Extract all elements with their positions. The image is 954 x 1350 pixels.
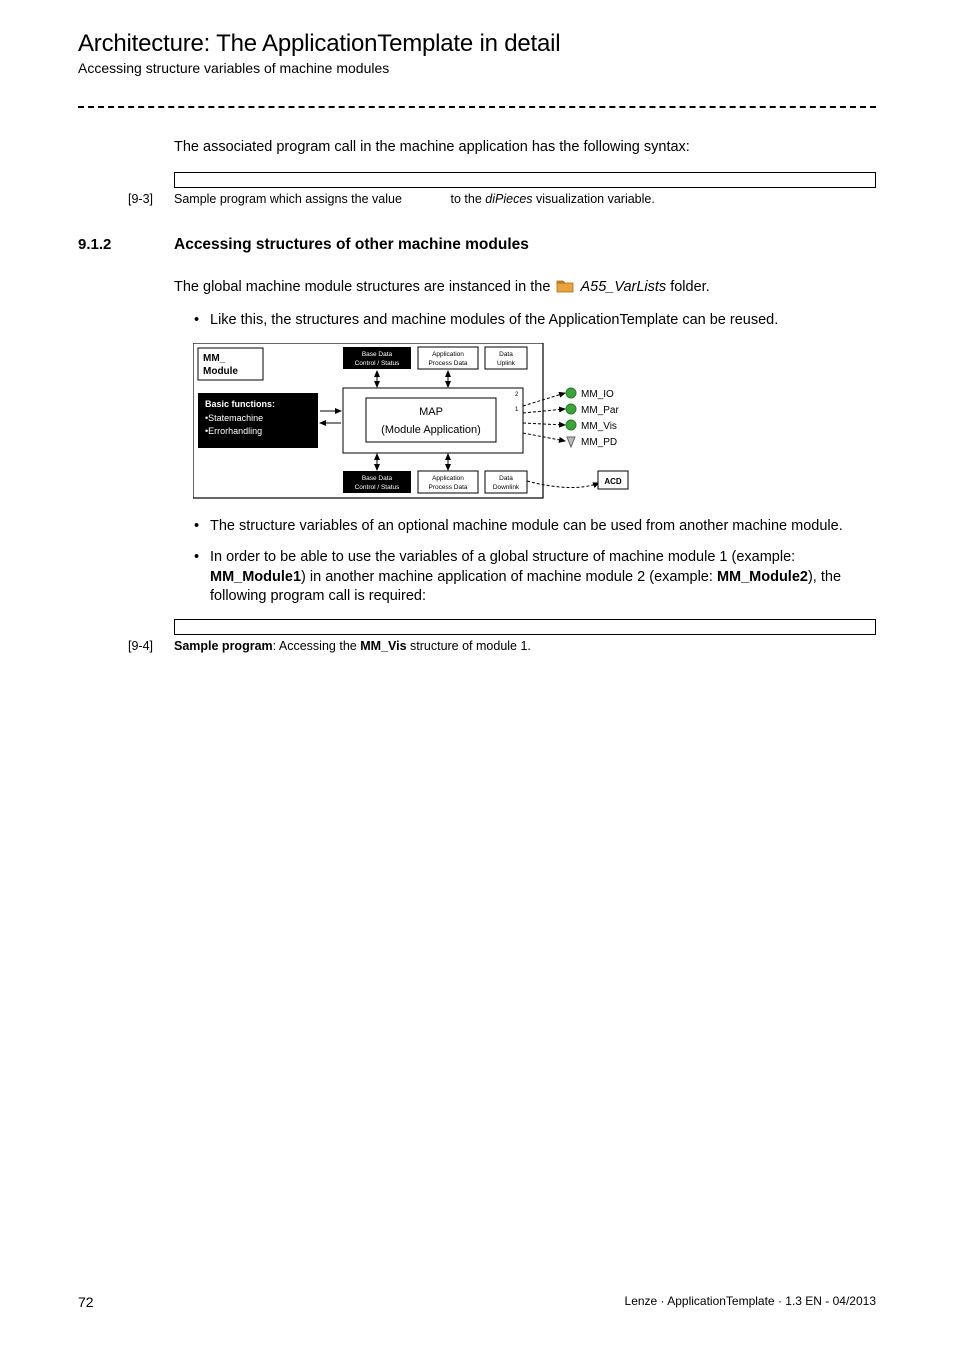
caption-text: Sample program which assigns the value t… bbox=[174, 192, 876, 206]
caption-text: Sample program: Accessing the MM_Vis str… bbox=[174, 639, 876, 653]
caption-label: [9-3] bbox=[128, 192, 174, 206]
svg-text:Control / Status: Control / Status bbox=[355, 484, 401, 491]
svg-text:Application: Application bbox=[432, 351, 464, 358]
code-box-1 bbox=[174, 172, 876, 188]
svg-text:Control / Status: Control / Status bbox=[355, 360, 401, 367]
section-number: 9.1.2 bbox=[78, 236, 174, 254]
diagram-acd: ACD bbox=[604, 477, 622, 486]
page-footer: 72 Lenze · ApplicationTemplate · 1.3 EN … bbox=[78, 1294, 876, 1310]
svg-text:Process Data: Process Data bbox=[428, 360, 467, 367]
bullet-item: Like this, the structures and machine mo… bbox=[194, 311, 876, 331]
paragraph-1: The global machine module structures are… bbox=[174, 278, 876, 298]
bullet-item: The structure variables of an optional m… bbox=[194, 517, 876, 537]
diagram-side-2: MM_Par bbox=[581, 405, 619, 416]
page-title: Architecture: The ApplicationTemplate in… bbox=[78, 30, 876, 58]
page-subtitle: Accessing structure variables of machine… bbox=[78, 60, 876, 76]
footer-text: Lenze · ApplicationTemplate · 1.3 EN - 0… bbox=[625, 1294, 876, 1310]
svg-text:Uplink: Uplink bbox=[497, 360, 516, 367]
bullet-list-top: Like this, the structures and machine mo… bbox=[194, 311, 876, 331]
svg-text:Process Data: Process Data bbox=[428, 484, 467, 491]
svg-text:Data: Data bbox=[499, 475, 513, 482]
caption-9-3: [9-3] Sample program which assigns the v… bbox=[128, 192, 876, 206]
svg-text:Base Data: Base Data bbox=[362, 475, 393, 482]
diagram-side-4: MM_PD bbox=[581, 437, 617, 448]
diagram-map-1: MAP bbox=[419, 406, 443, 418]
intro-text: The associated program call in the machi… bbox=[174, 138, 876, 158]
svg-text:Base Data: Base Data bbox=[362, 351, 393, 358]
bullet-list-bottom: The structure variables of an optional m… bbox=[194, 517, 876, 607]
diagram-side-1: MM_IO bbox=[581, 389, 614, 400]
separator-dashed bbox=[78, 106, 876, 108]
page-number: 72 bbox=[78, 1294, 94, 1310]
caption-label: [9-4] bbox=[128, 639, 174, 653]
folder-icon bbox=[556, 280, 574, 293]
svg-text:Data: Data bbox=[499, 351, 513, 358]
svg-text:Downlink: Downlink bbox=[493, 484, 520, 491]
diagram-mm-1: MM_ bbox=[203, 353, 226, 364]
caption-9-4: [9-4] Sample program: Accessing the MM_V… bbox=[128, 639, 876, 653]
section-heading: 9.1.2 Accessing structures of other mach… bbox=[78, 236, 876, 254]
section-title: Accessing structures of other machine mo… bbox=[174, 236, 529, 254]
module-diagram: MM_ Module Basic functions: •Statemachin… bbox=[193, 343, 876, 503]
diagram-basic-title: Basic functions: bbox=[205, 399, 275, 409]
diagram-basic-1: •Statemachine bbox=[205, 413, 263, 423]
diagram-basic-2: •Errorhandling bbox=[205, 426, 262, 436]
diagram-map-2: (Module Application) bbox=[381, 424, 481, 436]
diagram-mm-2: Module bbox=[203, 366, 238, 377]
code-box-2 bbox=[174, 619, 876, 635]
svg-text:Application: Application bbox=[432, 475, 464, 482]
bullet-item: In order to be able to use the variables… bbox=[194, 548, 876, 607]
diagram-side-3: MM_Vis bbox=[581, 421, 617, 432]
